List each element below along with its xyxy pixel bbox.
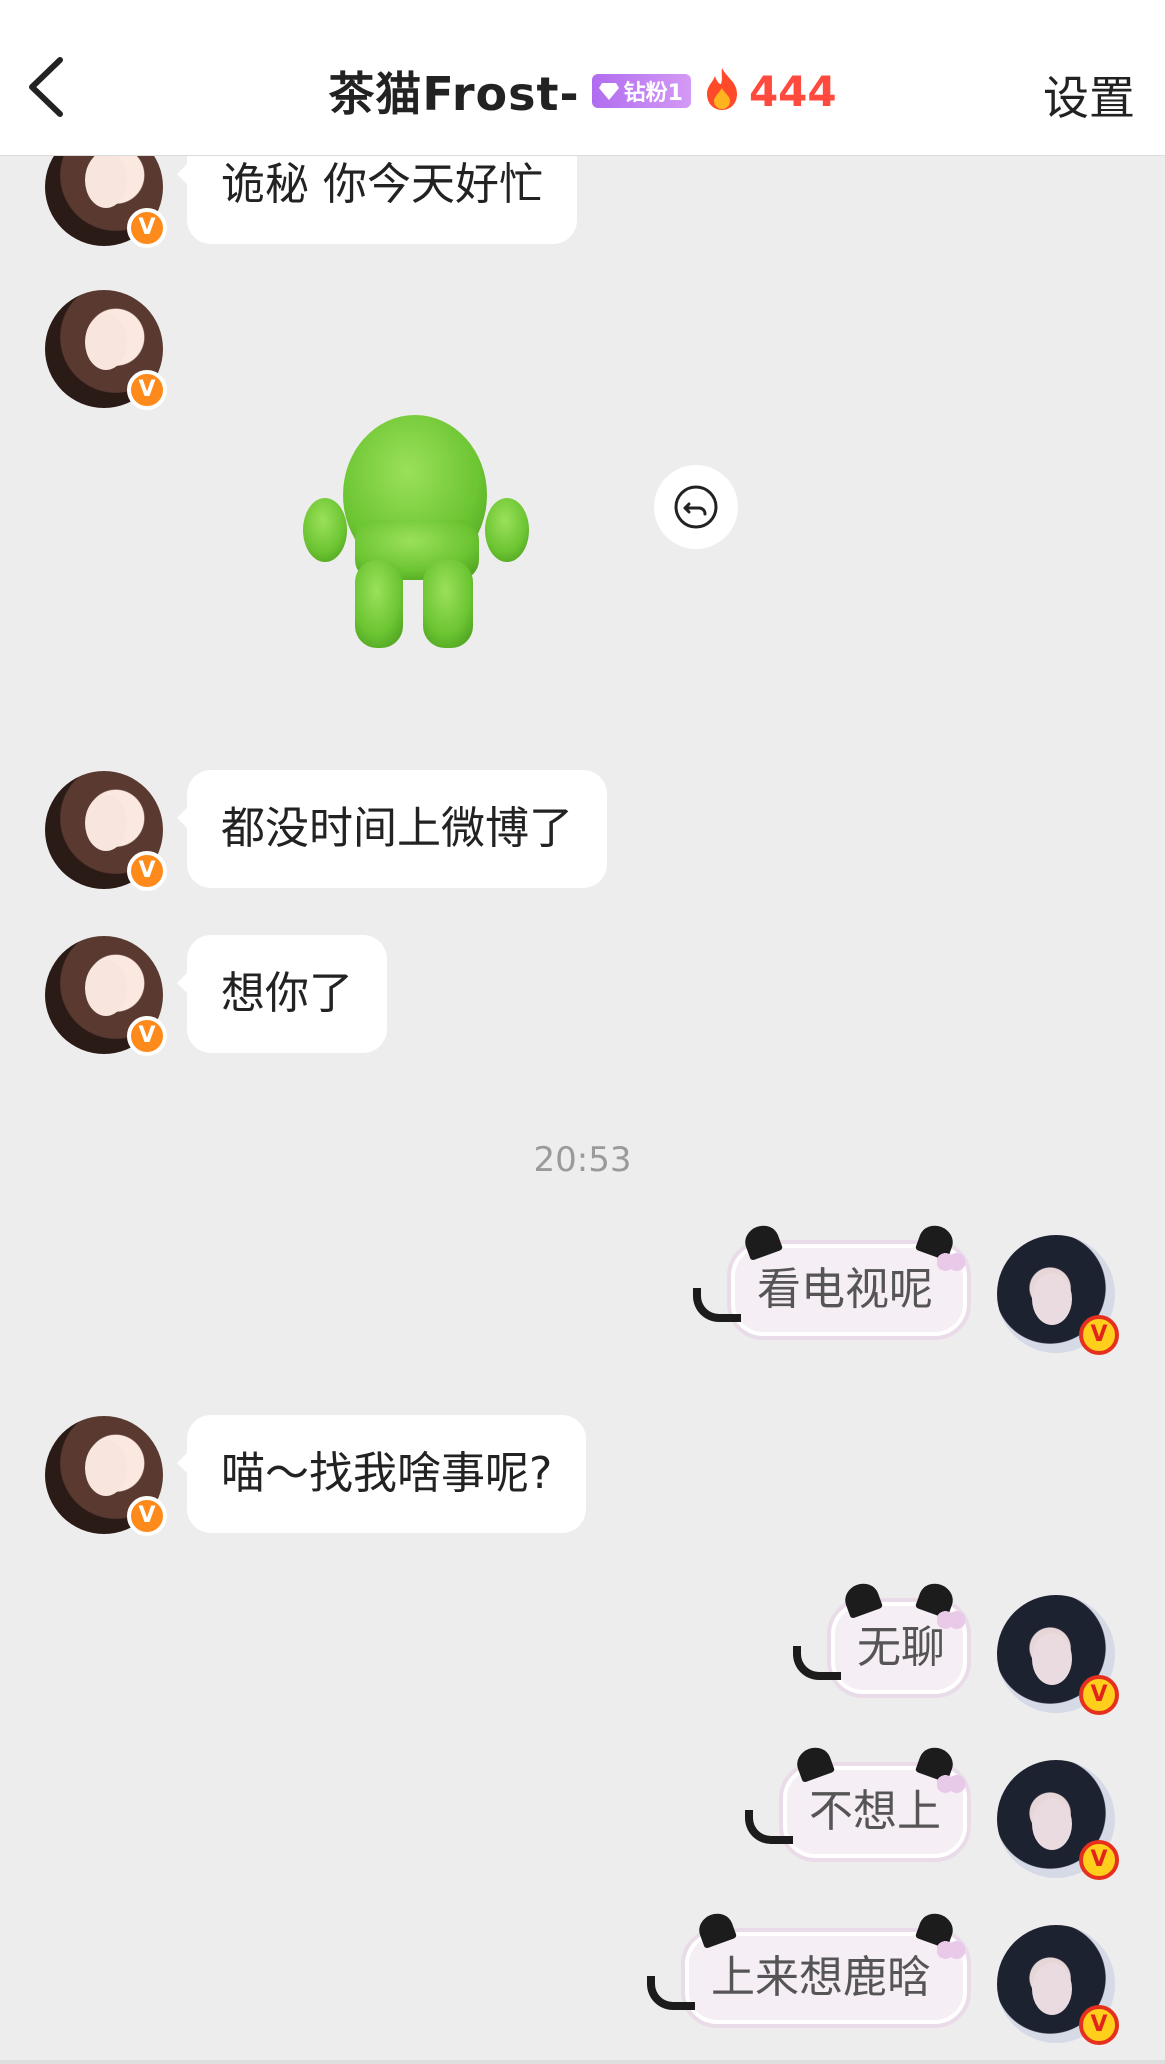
outgoing-message[interactable]: 上来想鹿晗 [647,1909,971,2028]
chat-header: 茶猫Frost- 钻粉1 444 设置 [0,0,1165,156]
verified-badge: V [1079,1675,1119,1715]
verified-badge: V [127,208,167,248]
outgoing-message-text: 不想上 [809,1786,941,1837]
contact-avatar[interactable]: V [45,290,167,410]
chat-title: 茶猫Frost- 钻粉1 444 [0,56,1165,126]
verified-badge: V [1079,1315,1119,1355]
heat-count: 444 [748,66,837,116]
outgoing-message[interactable]: 无聊 [793,1579,971,1698]
reply-button[interactable] [654,465,738,549]
user-avatar[interactable]: V [997,1235,1119,1355]
incoming-message[interactable]: 都没时间上微博了 [177,770,607,888]
verified-badge: V [127,1016,167,1056]
user-avatar[interactable]: V [997,1925,1119,2045]
fire-icon [703,66,741,116]
contact-avatar[interactable]: V [45,771,167,891]
outgoing-message[interactable]: 看电视呢 [693,1221,971,1340]
undo-icon [674,485,718,529]
outgoing-message-text: 无聊 [857,1622,945,1673]
verified-badge: V [1079,2005,1119,2045]
outgoing-message[interactable]: 不想上 [745,1743,971,1862]
outgoing-message-text: 看电视呢 [757,1264,933,1315]
message-timestamp: 20:53 [533,1140,632,1180]
fan-level-badge: 钻粉1 [591,74,691,108]
settings-button[interactable]: 设置 [1043,62,1135,128]
incoming-message[interactable]: 想你了 [177,935,387,1053]
contact-avatar[interactable]: V [45,1416,167,1536]
verified-badge: V [127,1496,167,1536]
verified-badge: V [127,851,167,891]
divider [0,2060,1165,2064]
verified-badge: V [127,370,167,410]
green-plush-sticker[interactable] [285,400,545,660]
incoming-message[interactable]: 喵～找我啥事呢? [176,1415,587,1533]
contact-avatar[interactable]: V [45,936,167,1056]
user-avatar[interactable]: V [997,1760,1119,1880]
verified-badge: V [1079,1840,1119,1880]
contact-name: 茶猫Frost- [328,67,580,121]
user-avatar[interactable]: V [997,1595,1119,1715]
outgoing-message-text: 上来想鹿晗 [711,1952,931,2003]
fan-level-label: 钻粉1 [623,81,683,106]
diamond-icon [598,83,619,100]
